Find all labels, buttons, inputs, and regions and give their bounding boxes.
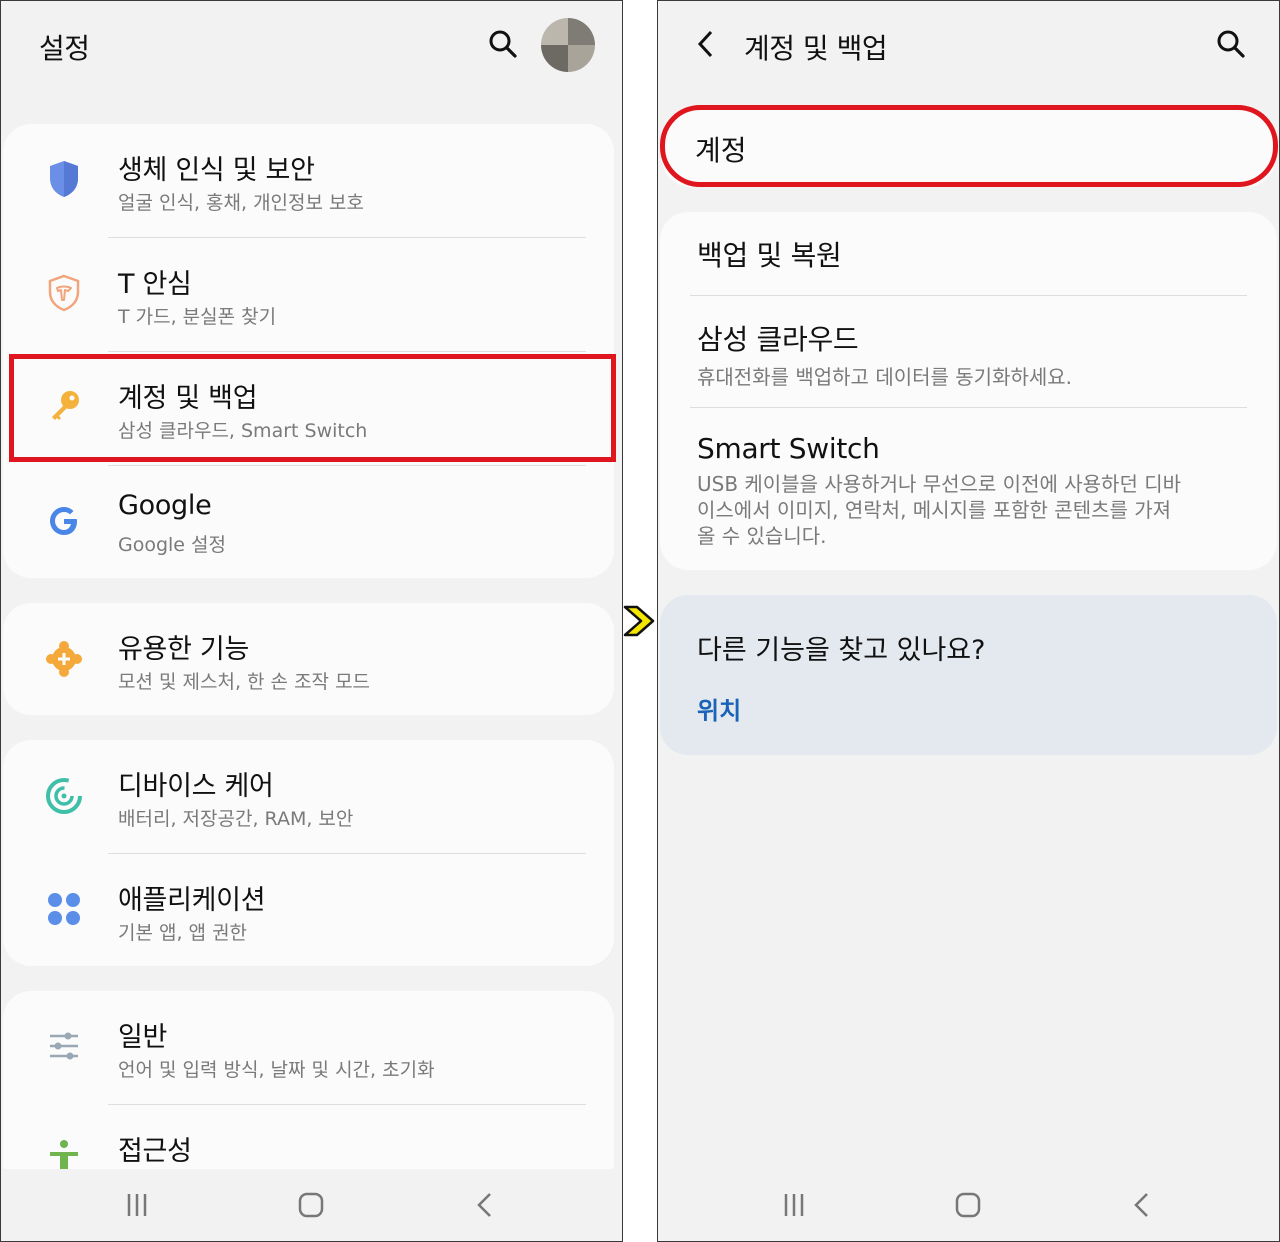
- settings-card-2: 유용한 기능 모션 및 제스처, 한 손 조작 모드: [3, 603, 614, 715]
- item-subtitle: USB 케이블을 사용하거나 무선으로 이전에 사용하던 디바이스에서 이미지,…: [697, 472, 1181, 548]
- highlight-box: [9, 354, 616, 462]
- search-icon[interactable]: [481, 22, 525, 66]
- home-icon[interactable]: [289, 1183, 333, 1227]
- item-title: Google: [118, 490, 212, 521]
- divider: [690, 295, 1247, 296]
- smart-switch-item[interactable]: Smart Switch USB 케이블을 사용하거나 무선으로 이전에 사용하…: [697, 432, 1187, 549]
- settings-item-device-care[interactable]: 디바이스 케어 배터리, 저장공간, RAM, 보안: [3, 740, 614, 853]
- page-title: 설정: [39, 32, 90, 65]
- settings-item-general[interactable]: 일반 언어 및 입력 방식, 날짜 및 시간, 초기화: [3, 991, 614, 1104]
- item-title: 접근성: [118, 1136, 192, 1167]
- settings-screen: 설정 생체 인식 및 보안 얼굴 인식, 홍채, 개인정보 보호 T 안심 T …: [0, 0, 623, 1242]
- settings-item-t-ansim[interactable]: T 안심 T 가드, 분실폰 찾기: [3, 238, 614, 351]
- backup-card: 백업 및 복원 삼성 클라우드 휴대전화를 백업하고 데이터를 동기화하세요. …: [660, 212, 1277, 570]
- navigation-bar: [658, 1169, 1279, 1241]
- backup-restore-item[interactable]: 백업 및 복원: [697, 234, 1257, 274]
- suggestion-card: 다른 기능을 찾고 있나요? 위치: [660, 595, 1277, 755]
- highlight-oval: [660, 105, 1278, 187]
- recent-apps-icon[interactable]: [772, 1183, 816, 1227]
- page-title: 계정 및 백업: [744, 32, 888, 65]
- apps-grid-icon: [39, 884, 89, 934]
- item-subtitle: 언어 및 입력 방식, 날짜 및 시간, 초기화: [118, 1059, 435, 1081]
- item-subtitle: Google 설정: [118, 534, 227, 556]
- item-title: T 안심: [118, 269, 192, 300]
- item-title: 일반: [118, 1022, 168, 1053]
- item-title: 애플리케이션: [118, 885, 266, 916]
- item-subtitle: 기본 앱, 앱 권한: [118, 922, 248, 944]
- back-arrow-icon[interactable]: [684, 22, 728, 66]
- settings-item-biometrics[interactable]: 생체 인식 및 보안 얼굴 인식, 홍채, 개인정보 보호: [3, 124, 614, 237]
- divider: [690, 407, 1247, 408]
- samsung-cloud-item[interactable]: 삼성 클라우드 휴대전화를 백업하고 데이터를 동기화하세요.: [697, 318, 1257, 390]
- location-link[interactable]: 위치: [697, 691, 741, 726]
- puzzle-plus-icon: [39, 634, 89, 684]
- t-shield-icon: [39, 268, 89, 318]
- back-icon[interactable]: [463, 1183, 507, 1227]
- settings-card-4: 일반 언어 및 입력 방식, 날짜 및 시간, 초기화 접근성: [3, 991, 614, 1191]
- settings-item-apps[interactable]: 애플리케이션 기본 앱, 앱 권한: [3, 854, 614, 966]
- item-subtitle: 얼굴 인식, 홍채, 개인정보 보호: [118, 192, 364, 214]
- settings-card-3: 디바이스 케어 배터리, 저장공간, RAM, 보안 애플리케이션 기본 앱, …: [3, 740, 614, 966]
- sliders-icon: [39, 1021, 89, 1071]
- chevron-right-icon: [622, 603, 658, 639]
- item-subtitle: 휴대전화를 백업하고 데이터를 동기화하세요.: [697, 365, 1073, 389]
- settings-item-advanced-features[interactable]: 유용한 기능 모션 및 제스처, 한 손 조작 모드: [3, 603, 614, 715]
- item-subtitle: 모션 및 제스처, 한 손 조작 모드: [118, 671, 371, 693]
- item-title: 백업 및 복원: [697, 239, 842, 272]
- settings-card-1: 생체 인식 및 보안 얼굴 인식, 홍채, 개인정보 보호 T 안심 T 가드,…: [3, 124, 614, 578]
- back-icon[interactable]: [1120, 1183, 1164, 1227]
- google-icon: [39, 496, 89, 546]
- navigation-bar: [1, 1169, 622, 1241]
- device-care-icon: [39, 771, 89, 821]
- shield-icon: [39, 154, 89, 204]
- recent-apps-icon[interactable]: [115, 1183, 159, 1227]
- search-icon[interactable]: [1209, 22, 1253, 66]
- item-title: 생체 인식 및 보안: [118, 155, 315, 186]
- settings-item-google[interactable]: Google Google 설정: [3, 466, 614, 578]
- item-subtitle: 배터리, 저장공간, RAM, 보안: [118, 808, 354, 830]
- item-title: 삼성 클라우드: [697, 323, 859, 356]
- item-subtitle: T 가드, 분실폰 찾기: [118, 306, 277, 328]
- accounts-backup-screen: 계정 및 백업 계정 백업 및 복원 삼성 클라우드 휴대전화를 백업하고 데이…: [657, 0, 1280, 1242]
- item-title: 디바이스 케어: [118, 771, 274, 802]
- suggestion-title: 다른 기능을 찾고 있나요?: [697, 635, 986, 666]
- item-title: 유용한 기능: [118, 634, 249, 665]
- item-title: Smart Switch: [697, 432, 880, 465]
- home-icon[interactable]: [946, 1183, 990, 1227]
- profile-avatar[interactable]: [541, 18, 595, 72]
